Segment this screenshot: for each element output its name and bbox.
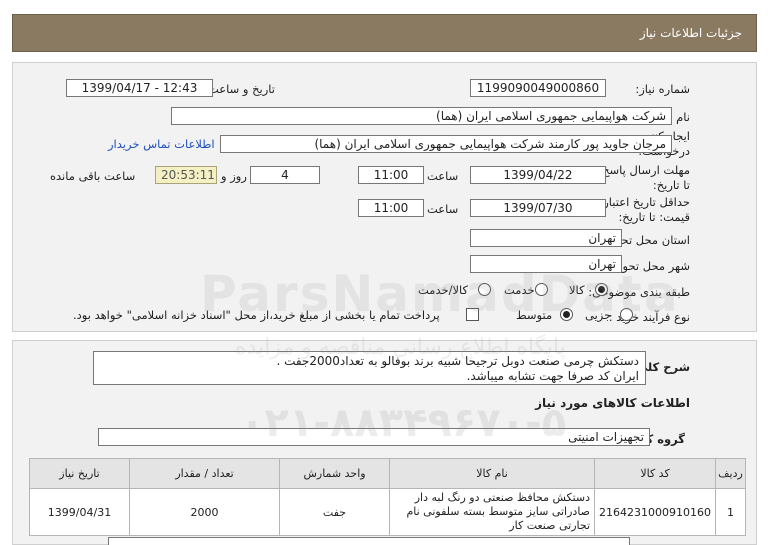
remaining-days-field: 4 xyxy=(250,166,320,184)
col-code: کد کالا xyxy=(594,458,716,489)
cell-row: 1 xyxy=(715,488,746,536)
purchase-minor-label: جزیی xyxy=(585,308,612,322)
goods-table-header: ردیف کد کالا نام کالا واحد شمارش تعداد /… xyxy=(28,458,746,489)
remaining-label: ساعت باقی مانده xyxy=(50,169,136,183)
validity-time-field: 11:00 xyxy=(358,199,424,217)
description-line-1: دستکش چرمی صنعت دوبل ترجیحا شبیه برند بو… xyxy=(276,354,639,368)
validity-time-label: ساعت xyxy=(427,202,459,216)
category-both-radio[interactable] xyxy=(478,283,491,296)
creator-field: مرجان جاوید پور کارمند شرکت هواپیمایی جم… xyxy=(220,135,672,153)
col-unit: واحد شمارش xyxy=(279,458,391,489)
city-field: تهران xyxy=(470,255,622,273)
col-row: ردیف xyxy=(715,458,746,489)
remaining-timer: 20:53:11 xyxy=(155,166,217,184)
page-title: جزئیات اطلاعات نیاز xyxy=(639,26,742,40)
category-goods-radio[interactable] xyxy=(595,283,608,296)
need-number-field: 1199090049000860 xyxy=(470,79,606,97)
category-service-label: خدمت xyxy=(504,283,535,297)
col-qty: تعداد / مقدار xyxy=(129,458,281,489)
treasury-payment-note: پرداخت تمام یا بخشی از مبلغ خرید،از محل … xyxy=(73,308,440,322)
purchase-minor-radio[interactable] xyxy=(620,308,633,321)
col-date: تاریخ نیاز xyxy=(28,458,131,489)
page-header: جزئیات اطلاعات نیاز xyxy=(12,14,757,52)
purchase-medium-label: متوسط xyxy=(516,308,553,322)
reply-date-field: 1399/04/22 xyxy=(470,166,606,184)
cell-name: دستکش محافظ صنعتی دو رنگ لبه دار صادراتی… xyxy=(389,488,596,536)
province-field: تهران xyxy=(470,229,622,247)
category-service-radio[interactable] xyxy=(535,283,548,296)
cell-unit: جفت xyxy=(279,488,391,536)
need-number-label: شماره نیاز: xyxy=(635,82,690,96)
purchase-medium-radio[interactable] xyxy=(560,308,573,321)
description-line-2: ایران کد صرفا جهت تشابه میباشد. xyxy=(466,369,639,383)
category-goods-label: کالا xyxy=(569,283,585,297)
cell-qty: 2000 xyxy=(129,488,281,536)
days-label: روز و xyxy=(221,169,247,183)
buyer-field: شرکت هواپیمایی جمهوری اسلامی ایران (هما) xyxy=(171,107,672,125)
cell-code: 2164231000910160 xyxy=(594,488,716,536)
bottom-description-box xyxy=(108,537,630,545)
description-textarea: دستکش چرمی صنعت دوبل ترجیحا شبیه برند بو… xyxy=(93,351,646,385)
goods-section-title: اطلاعات کالاهای مورد نیاز xyxy=(535,396,690,410)
category-both-label: کالا/خدمت xyxy=(418,283,469,297)
buyer-contact-link[interactable]: اطلاعات تماس خریدار xyxy=(108,137,215,151)
goods-group-field: تجهیزات امنیتی xyxy=(98,428,650,446)
announce-date-field: 1399/04/17 - 12:43 xyxy=(66,79,213,97)
reply-time-label: ساعت xyxy=(427,169,459,183)
treasury-payment-checkbox[interactable] xyxy=(466,308,479,321)
table-row: 1 2164231000910160 دستکش محافظ صنعتی دو … xyxy=(28,488,746,536)
validity-date-field: 1399/07/30 xyxy=(470,199,606,217)
cell-date: 1399/04/31 xyxy=(28,488,131,536)
goods-table: ردیف کد کالا نام کالا واحد شمارش تعداد /… xyxy=(28,458,746,536)
reply-time-field: 11:00 xyxy=(358,166,424,184)
col-name: نام کالا xyxy=(389,458,596,489)
